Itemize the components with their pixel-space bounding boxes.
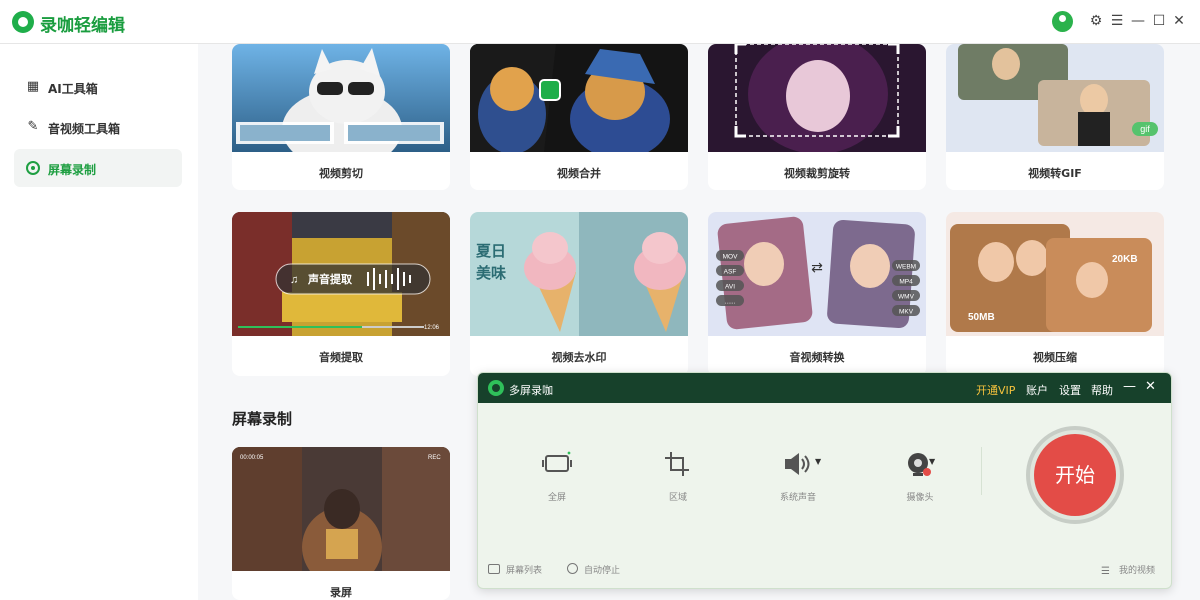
footer-label: 我的视频 <box>1119 566 1156 576</box>
sidebar-item-av-toolbox[interactable]: ✎ 音视频工具箱 <box>14 108 182 146</box>
start-label: 开始 <box>1034 434 1116 516</box>
tool-label: 全屏 <box>547 493 566 503</box>
sidebar-item-screen-record[interactable]: 屏幕录制 <box>14 149 182 187</box>
watermark-text-2: 美味 <box>476 264 506 282</box>
format-label: ...... <box>725 299 736 306</box>
video-crop-thumbnail <box>708 44 926 152</box>
close-icon[interactable]: ✕ <box>1170 12 1188 30</box>
crop-icon <box>665 452 689 476</box>
format-label: ASF <box>724 269 737 276</box>
recorder-header: 多屏录咖 开通VIP 账户 设置 帮助 — ✕ <box>478 373 1171 403</box>
fullscreen-icon <box>542 451 572 472</box>
sidebar-item-label: 屏幕录制 <box>48 163 97 177</box>
clock-icon <box>567 563 578 574</box>
tool-card-video-to-gif[interactable]: gif 视频转GIF <box>946 44 1164 190</box>
remove-watermark-thumbnail: 夏日 美味 <box>470 212 688 336</box>
rec-badge: REC <box>428 455 441 461</box>
video-compress-thumbnail: 50MB 20KB <box>946 212 1164 336</box>
open-vip-link[interactable]: 开通VIP <box>976 382 1015 398</box>
avatar-icon[interactable] <box>1052 11 1073 32</box>
grid-icon: ▦ <box>26 79 40 94</box>
sidebar-item-ai-toolbox[interactable]: ▦ AI工具箱 <box>14 68 182 106</box>
help-link[interactable]: 帮助 <box>1091 382 1113 398</box>
format-label: WMV <box>898 294 915 301</box>
screen-list-button[interactable]: 屏幕列表 <box>488 563 542 576</box>
start-record-button[interactable]: 开始 <box>1026 426 1124 524</box>
tool-card-label: 音频提取 <box>319 351 363 364</box>
tool-card-av-convert[interactable]: ⇄ MOV ASF AVI...... WEBM MP4 WMV MKV 音视频转换 <box>708 212 926 376</box>
gif-badge: gif <box>1140 124 1150 134</box>
video-cut-thumbnail <box>232 44 450 152</box>
tool-card-label: 音视频转换 <box>789 351 845 364</box>
watermark-text: 夏日 <box>475 243 506 260</box>
format-label: WEBM <box>896 264 916 271</box>
minimize-icon[interactable]: — <box>1129 12 1147 30</box>
section-title-screen-record: 屏幕录制 <box>232 410 293 428</box>
tool-card-label: 视频去水印 <box>551 351 607 364</box>
recorder-logo-icon <box>488 380 504 396</box>
svg-text:⇄: ⇄ <box>811 260 823 276</box>
format-label: MP4 <box>899 279 913 286</box>
footer-label: 屏幕列表 <box>506 566 543 576</box>
sidebar: ▦ AI工具箱 ✎ 音视频工具箱 屏幕录制 <box>0 44 198 600</box>
app-title: 录咖轻编辑 <box>40 16 125 36</box>
video-merge-thumbnail <box>470 44 688 152</box>
tool-card-screen-record[interactable]: 00:00:05 REC 录屏 <box>232 447 450 600</box>
screen-record-thumbnail: 00:00:05 REC <box>232 447 450 571</box>
list-icon: ☰ <box>1101 566 1110 577</box>
chevron-down-icon[interactable]: ▼ <box>929 457 935 466</box>
my-videos-button[interactable]: ☰ 我的视频 <box>1101 563 1155 577</box>
sidebar-item-label: 音视频工具箱 <box>48 122 121 136</box>
tool-card-label: 视频剪切 <box>319 167 363 180</box>
tool-label: 区域 <box>668 493 687 503</box>
speaker-icon <box>785 453 810 475</box>
format-label: MKV <box>899 309 914 316</box>
auto-stop-button[interactable]: 自动停止 <box>567 563 620 576</box>
tool-card-video-compress[interactable]: 50MB 20KB 视频压缩 <box>946 212 1164 376</box>
size-after-label: 20KB <box>1112 254 1138 265</box>
recorder-minimize-icon[interactable]: — <box>1123 379 1136 395</box>
tool-card-remove-watermark[interactable]: 夏日 美味 视频去水印 <box>470 212 688 376</box>
maximize-icon[interactable]: ☐ <box>1150 12 1168 30</box>
tool-card-video-crop-rotate[interactable]: 视频裁剪旋转 <box>708 44 926 190</box>
recorder-close-icon[interactable]: ✕ <box>1145 379 1156 395</box>
size-before-label: 50MB <box>968 312 995 323</box>
record-icon <box>26 161 40 175</box>
tool-card-label: 视频压缩 <box>1033 351 1077 364</box>
monitor-icon <box>488 564 500 574</box>
footer-label: 自动停止 <box>584 566 621 576</box>
tool-card-label: 视频合并 <box>557 167 601 180</box>
svg-text:♫: ♫ <box>290 274 298 286</box>
tool-card-audio-extract[interactable]: ♫ 声音提取 12:06 音频提取 <box>232 212 450 376</box>
title-bar: 录咖轻编辑 ⚙ ☰ — ☐ ✕ <box>0 0 1200 44</box>
tool-card-label: 视频转GIF <box>1028 167 1082 180</box>
tool-card-label: 录屏 <box>330 586 352 599</box>
tool-label: 摄像头 <box>906 493 934 503</box>
menu-icon[interactable]: ☰ <box>1108 12 1126 30</box>
recorder-window: 多屏录咖 开通VIP 账户 设置 帮助 — ✕ 全屏 区域 ▼ 系统声音 ▼ 摄… <box>477 372 1172 589</box>
divider <box>981 447 982 495</box>
account-link[interactable]: 账户 <box>1026 382 1048 398</box>
settings-link[interactable]: 设置 <box>1059 382 1081 398</box>
pencil-icon: ✎ <box>27 119 39 134</box>
sidebar-item-label: AI工具箱 <box>48 82 98 96</box>
av-convert-thumbnail: ⇄ MOV ASF AVI...... WEBM MP4 WMV MKV <box>708 212 926 336</box>
recorder-title: 多屏录咖 <box>509 384 553 397</box>
chevron-down-icon[interactable]: ▼ <box>815 457 821 466</box>
tool-card-label: 视频裁剪旋转 <box>784 167 850 180</box>
audio-extract-overlay-label: 声音提取 <box>307 272 352 286</box>
video-to-gif-thumbnail: gif <box>946 44 1164 152</box>
settings-icon[interactable]: ⚙ <box>1087 12 1105 30</box>
format-label: AVI <box>725 284 735 291</box>
format-label: MOV <box>723 254 738 261</box>
audio-time: 12:06 <box>424 325 440 331</box>
app-logo-icon <box>12 11 34 33</box>
tool-card-video-cut[interactable]: 视频剪切 <box>232 44 450 190</box>
rec-time-label: 00:00:05 <box>240 455 264 461</box>
tool-card-video-merge[interactable]: 视频合并 <box>470 44 688 190</box>
audio-extract-thumbnail: ♫ 声音提取 12:06 <box>232 212 450 336</box>
tool-label: 系统声音 <box>779 493 816 503</box>
